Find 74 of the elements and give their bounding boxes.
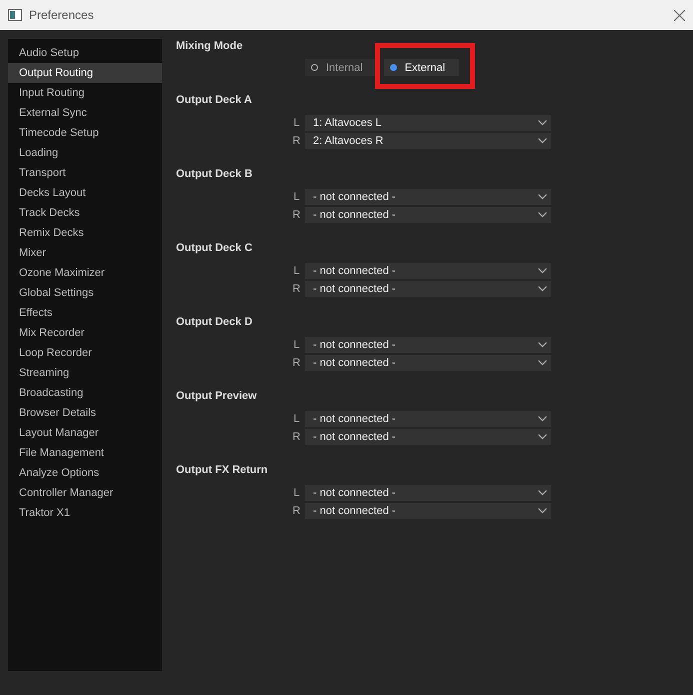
sidebar-item[interactable]: Loading bbox=[8, 143, 162, 163]
radio-dot-icon bbox=[311, 64, 318, 71]
channel-label: L bbox=[292, 413, 301, 425]
channel-label: L bbox=[292, 339, 301, 351]
channel-label: L bbox=[292, 265, 301, 277]
section-title: Output Preview bbox=[176, 390, 258, 404]
channel-label: L bbox=[292, 487, 301, 499]
chevron-icon bbox=[538, 508, 547, 514]
chevron-icon bbox=[538, 360, 547, 366]
sidebar-item[interactable]: Mix Recorder bbox=[8, 323, 162, 343]
sidebar-item[interactable]: Loop Recorder bbox=[8, 343, 162, 363]
channel-label: R bbox=[292, 209, 302, 221]
output-dropdown[interactable]: - not connected - bbox=[305, 189, 551, 205]
section-title: Output Deck D bbox=[176, 316, 254, 330]
channel-label: L bbox=[292, 117, 301, 129]
channel-label: R bbox=[292, 431, 302, 443]
section-title: Output Deck C bbox=[176, 242, 254, 256]
section-title: Output Deck B bbox=[176, 168, 254, 182]
sidebar-item[interactable]: External Sync bbox=[8, 103, 162, 123]
sidebar-item[interactable]: Audio Setup bbox=[8, 43, 162, 63]
chevron-icon bbox=[538, 416, 547, 422]
output-dropdown[interactable]: - not connected - bbox=[305, 411, 551, 427]
sidebar-item[interactable]: Effects bbox=[8, 303, 162, 323]
sidebar-item[interactable]: Mixer bbox=[8, 243, 162, 263]
sidebar-item[interactable]: Remix Decks bbox=[8, 223, 162, 243]
channel-label: R bbox=[292, 135, 302, 147]
radio-option[interactable]: Internal bbox=[305, 59, 377, 76]
chevron-icon bbox=[538, 194, 547, 200]
radio-dot-icon bbox=[390, 64, 397, 71]
output-dropdown[interactable]: 2: Altavoces R bbox=[305, 133, 551, 149]
radio-option[interactable]: External bbox=[384, 59, 460, 76]
sidebar-item[interactable]: Broadcasting bbox=[8, 383, 162, 403]
chevron-icon bbox=[538, 138, 547, 144]
chevron-icon bbox=[538, 120, 547, 126]
channel-label: R bbox=[292, 283, 302, 295]
channel-label: R bbox=[292, 505, 302, 517]
output-dropdown[interactable]: 1: Altavoces L bbox=[305, 115, 551, 131]
sidebar-item[interactable]: Ozone Maximizer bbox=[8, 263, 162, 283]
sidebar-item[interactable]: Layout Manager bbox=[8, 423, 162, 443]
output-dropdown[interactable]: - not connected - bbox=[305, 281, 551, 297]
sidebar-item[interactable]: Streaming bbox=[8, 363, 162, 383]
close-icon[interactable] bbox=[674, 10, 685, 20]
channel-label: L bbox=[292, 191, 301, 203]
output-dropdown[interactable]: - not connected - bbox=[305, 355, 551, 371]
chevron-icon bbox=[538, 490, 547, 496]
chevron-icon bbox=[538, 268, 547, 274]
output-dropdown[interactable]: - not connected - bbox=[305, 337, 551, 353]
app-icon bbox=[8, 9, 22, 21]
output-dropdown[interactable]: - not connected - bbox=[305, 485, 551, 501]
output-dropdown[interactable]: - not connected - bbox=[305, 207, 551, 223]
chevron-icon bbox=[538, 434, 547, 440]
output-dropdown[interactable]: - not connected - bbox=[305, 263, 551, 279]
sidebar-item[interactable]: Transport bbox=[8, 163, 162, 183]
output-dropdown[interactable]: - not connected - bbox=[305, 503, 551, 519]
chevron-icon bbox=[538, 286, 547, 292]
sidebar-item[interactable]: Output Routing bbox=[8, 63, 162, 83]
sidebar-item[interactable]: Track Decks bbox=[8, 203, 162, 223]
sidebar-item[interactable]: Traktor X1 bbox=[8, 503, 162, 523]
chevron-icon bbox=[538, 342, 547, 348]
section-title: Mixing Mode bbox=[176, 40, 244, 54]
sidebar-item[interactable]: Analyze Options bbox=[8, 463, 162, 483]
sidebar-item[interactable]: Global Settings bbox=[8, 283, 162, 303]
section-title: Output Deck A bbox=[176, 94, 253, 108]
window-title: Preferences bbox=[29, 8, 94, 22]
chevron-icon bbox=[538, 212, 547, 218]
sidebar-item[interactable]: Timecode Setup bbox=[8, 123, 162, 143]
sidebar-item[interactable]: Controller Manager bbox=[8, 483, 162, 503]
output-dropdown[interactable]: - not connected - bbox=[305, 429, 551, 445]
sidebar-item[interactable]: Browser Details bbox=[8, 403, 162, 423]
sidebar-item[interactable]: Input Routing bbox=[8, 83, 162, 103]
section-title: Output FX Return bbox=[176, 464, 269, 478]
sidebar-item[interactable]: Decks Layout bbox=[8, 183, 162, 203]
sidebar-item[interactable]: File Management bbox=[8, 443, 162, 463]
channel-label: R bbox=[292, 357, 302, 369]
